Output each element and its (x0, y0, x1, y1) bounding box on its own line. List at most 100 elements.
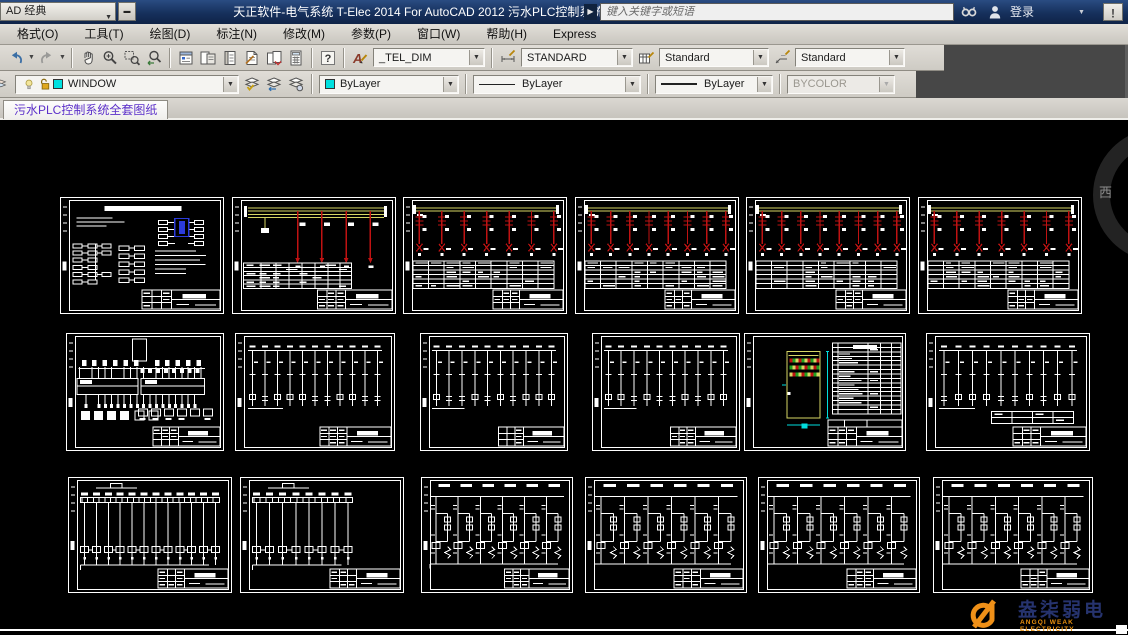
table-style-combo[interactable]: Standard▼ (659, 48, 769, 67)
lineweight-combo-arrow[interactable]: ▼ (757, 77, 771, 92)
sheetset-icon[interactable] (241, 48, 263, 68)
toolbar-separator (71, 48, 73, 68)
menu-item-format[interactable]: 格式(O) (4, 24, 71, 44)
drawing-sheet-18-control[interactable] (933, 477, 1093, 593)
drawing-sheet-14-ladder[interactable] (240, 477, 404, 593)
text-style-combo-arrow[interactable]: ▼ (469, 50, 483, 65)
drawing-sheet-4-feeders[interactable] (575, 197, 739, 314)
infocenter-alert-button[interactable]: ! (1103, 3, 1123, 21)
workspace-label: AD 经典 (6, 5, 46, 17)
layer-on-bulb-icon[interactable] (21, 74, 37, 94)
properties-icon[interactable] (175, 48, 197, 68)
menu-item-help[interactable]: 帮助(H) (473, 24, 540, 44)
color-combo-arrow[interactable]: ▼ (443, 77, 457, 92)
layer-combo-arrow[interactable]: ▼ (223, 77, 237, 92)
drawing-sheet-15-control[interactable] (421, 477, 573, 593)
mleaderstyle-icon[interactable] (771, 48, 793, 68)
toolbar-separator (779, 74, 781, 94)
svg-text:?: ? (325, 53, 332, 65)
drawing-canvas[interactable]: 西 盎柒弱电 ANGQI WEAK ELECTRICITY (0, 120, 1128, 635)
plot-style-combo-arrow[interactable]: ▼ (879, 77, 893, 92)
tablestyle-icon[interactable] (635, 48, 657, 68)
markup-icon[interactable] (263, 48, 285, 68)
document-tab-active[interactable]: 污水PLC控制系统全套图纸 (3, 100, 168, 119)
login-chevron-icon[interactable]: ▼ (1078, 9, 1085, 16)
drawing-sheet-9-schem1[interactable] (420, 333, 568, 451)
search-input[interactable] (600, 3, 954, 21)
plot-style-combo[interactable]: BYCOLOR▼ (787, 75, 895, 94)
drawing-sheet-13-ladder[interactable] (68, 477, 232, 593)
menu-item-modify[interactable]: 修改(M) (270, 24, 338, 44)
pan-icon[interactable] (77, 48, 99, 68)
viewcube-west-label[interactable]: 西 (1099, 182, 1112, 201)
lineweight-combo-value: ByLayer (704, 78, 744, 90)
toolbar-separator (311, 74, 313, 94)
search-flyout-button[interactable]: ▶ (584, 4, 597, 20)
drawing-sheet-17-control[interactable] (758, 477, 920, 593)
dimstyle-icon[interactable] (497, 48, 519, 68)
dim-style-combo-value: STANDARD (527, 52, 587, 64)
drawing-sheet-2-bus4[interactable] (232, 197, 396, 314)
calculator-icon[interactable] (285, 48, 307, 68)
drawing-sheet-8-schem1[interactable] (235, 333, 395, 451)
layer-combo-value: WINDOW (68, 78, 116, 90)
text-style-combo[interactable]: _TEL_DIM ▼ (373, 48, 485, 67)
zoom-realtime-icon[interactable] (99, 48, 121, 68)
drawing-sheet-1-legend[interactable] (60, 197, 224, 314)
menu-item-tools[interactable]: 工具(T) (71, 24, 136, 44)
drawing-sheet-12-schem2[interactable] (926, 333, 1090, 451)
command-window-top-edge[interactable] (0, 629, 1128, 631)
linetype-combo[interactable]: ByLayer▼ (473, 75, 641, 94)
drawing-sheet-6-feeders[interactable] (918, 197, 1082, 314)
drawing-sheet-7-plc[interactable] (66, 333, 224, 451)
drawing-sheet-16-control[interactable] (585, 477, 747, 593)
menu-item-dimension[interactable]: 标注(N) (203, 24, 270, 44)
textstyle-icon[interactable]: A (349, 48, 371, 68)
layer-combo[interactable]: WINDOW ▼ (15, 75, 239, 94)
menu-item-express[interactable]: Express (540, 24, 609, 44)
dim-style-combo-arrow[interactable]: ▼ (617, 50, 631, 65)
color-combo[interactable]: ByLayer▼ (319, 75, 459, 94)
toolbar-overflow-button[interactable]: ▬▼ (118, 2, 136, 21)
drawing-sheet-10-schem1[interactable] (592, 333, 740, 451)
watermark-swirl-icon (960, 595, 1014, 633)
drawing-sheet-5-feeders[interactable] (746, 197, 910, 314)
redo-icon[interactable] (36, 48, 58, 68)
make-layer-current-icon[interactable] (241, 74, 263, 94)
layer-unlock-icon[interactable] (37, 74, 53, 94)
menu-item-draw[interactable]: 绘图(D) (137, 24, 204, 44)
layers-partial-icon[interactable] (0, 74, 13, 94)
designcenter-icon[interactable] (197, 48, 219, 68)
undo-icon[interactable] (5, 48, 27, 68)
menu-item-window[interactable]: 窗口(W) (404, 24, 473, 44)
layer-previous-icon[interactable] (263, 74, 285, 94)
help-icon[interactable]: ? (317, 48, 339, 68)
toolbar-separator (311, 48, 313, 68)
drawing-sheet-3-feeders[interactable] (403, 197, 567, 314)
toolbar-separator (647, 74, 649, 94)
drawing-sheet-11-cabinet[interactable] (744, 333, 906, 451)
mleader-style-combo[interactable]: Standard▼ (795, 48, 905, 67)
toolbar-row-2: WINDOW▼ByLayer▼ByLayer▼ByLayer▼BYCOLOR▼ (0, 71, 1128, 98)
dim-style-combo[interactable]: STANDARD ▼ (521, 48, 633, 67)
zoom-window-icon[interactable] (121, 48, 143, 68)
redo-history-arrow[interactable]: ▼ (58, 54, 67, 61)
zoom-previous-icon[interactable] (143, 48, 165, 68)
table-style-combo-arrow[interactable]: ▼ (753, 50, 767, 65)
search-binoculars-icon[interactable] (960, 3, 982, 21)
watermark-en-text: ANGQI WEAK ELECTRICITY (1020, 619, 1128, 633)
watermark-cn-text: 盎柒弱电 (1018, 595, 1106, 622)
linetype-combo-arrow[interactable]: ▼ (625, 77, 639, 92)
user-icon[interactable] (986, 3, 1008, 21)
layer-states-icon[interactable] (285, 74, 307, 94)
lineweight-combo[interactable]: ByLayer ▼ (655, 75, 773, 94)
watermark-logo: 盎柒弱电 ANGQI WEAK ELECTRICITY (960, 595, 1128, 635)
undo-history-arrow[interactable]: ▼ (27, 54, 36, 61)
workspace-dropdown[interactable]: AD 经典 ▼ (0, 2, 116, 21)
text-style-combo-value: _TEL_DIM (379, 52, 432, 64)
toolpalettes-icon[interactable] (219, 48, 241, 68)
mleader-style-combo-arrow[interactable]: ▼ (889, 50, 903, 65)
document-tabbar: 污水PLC控制系统全套图纸 (0, 98, 1128, 120)
login-button[interactable]: 登录 (1010, 0, 1034, 24)
menu-item-params[interactable]: 参数(P) (338, 24, 404, 44)
